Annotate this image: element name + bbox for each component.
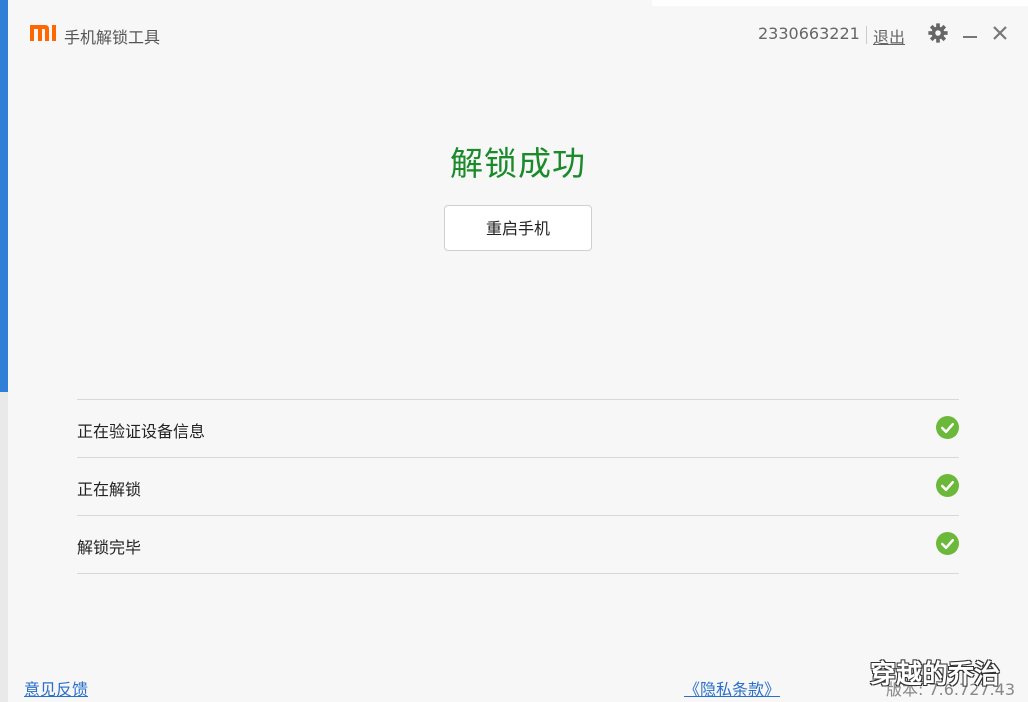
mi-logo-icon xyxy=(30,25,56,41)
step-row: 解锁完毕 xyxy=(77,516,959,574)
feedback-link[interactable]: 意见反馈 xyxy=(24,676,88,700)
minimize-icon[interactable] xyxy=(961,23,979,43)
step-label: 正在解锁 xyxy=(77,480,142,499)
watermark: 穿越的乔治 xyxy=(870,660,1001,690)
app-title: 手机解锁工具 xyxy=(64,28,161,47)
check-circle-icon xyxy=(936,416,959,439)
step-row: 正在解锁 xyxy=(77,458,959,516)
step-label: 正在验证设备信息 xyxy=(77,422,206,441)
unlock-steps-list: 正在验证设备信息 正在解锁 解锁完毕 xyxy=(77,399,959,574)
step-label: 解锁完毕 xyxy=(77,538,142,557)
divider xyxy=(866,26,867,44)
check-circle-icon xyxy=(936,532,959,555)
unlock-tool-window: 手机解锁工具 2330663221 退出 解锁成功 重启手机 正在验证设备信息 … xyxy=(8,6,1028,702)
desktop-background xyxy=(0,392,8,702)
close-icon[interactable] xyxy=(990,23,1010,43)
logout-link[interactable]: 退出 xyxy=(873,24,905,48)
step-row: 正在验证设备信息 xyxy=(77,400,959,458)
unlock-success-title: 解锁成功 xyxy=(450,144,586,183)
privacy-terms-link[interactable]: 《隐私条款》 xyxy=(684,676,780,700)
restart-phone-button[interactable]: 重启手机 xyxy=(444,205,592,251)
account-id: 2330663221 xyxy=(758,24,860,43)
title-bar[interactable]: 手机解锁工具 2330663221 退出 xyxy=(8,6,1028,62)
check-circle-icon xyxy=(936,474,959,497)
desktop-background xyxy=(0,0,8,392)
gear-icon[interactable] xyxy=(927,22,949,44)
